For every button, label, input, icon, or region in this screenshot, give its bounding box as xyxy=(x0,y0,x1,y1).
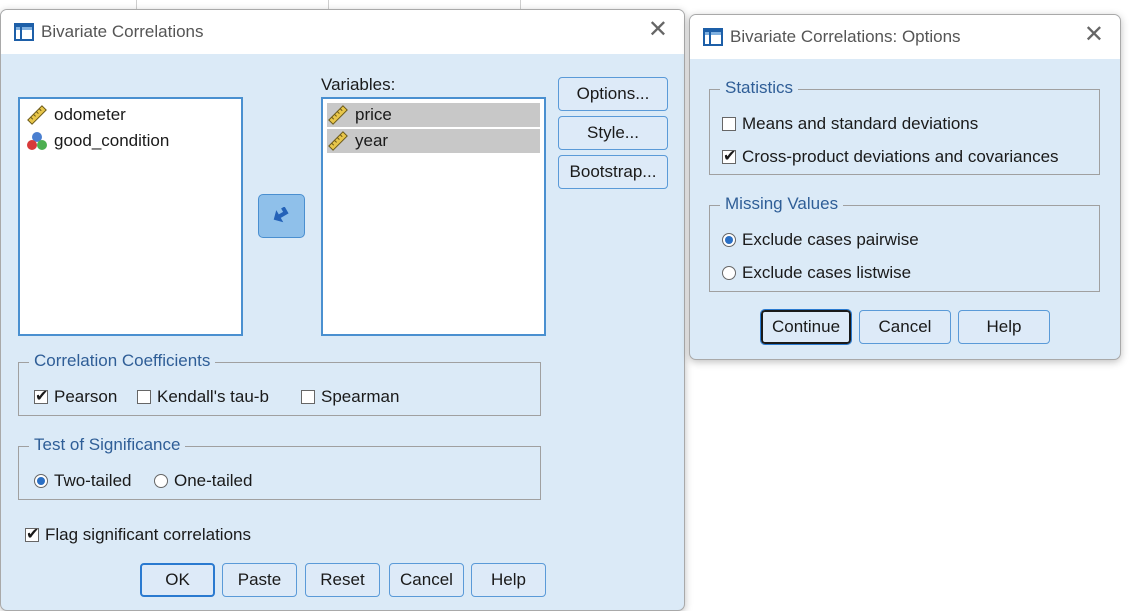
cancel-button[interactable]: Cancel xyxy=(859,310,951,344)
radio-selected-icon xyxy=(722,233,736,247)
variable-name: price xyxy=(355,105,392,124)
bivariate-options-dialog: Bivariate Correlations: Options ✕ Statis… xyxy=(689,14,1121,360)
title-bar[interactable]: Bivariate Correlations: Options ✕ xyxy=(690,15,1120,59)
spss-app-icon xyxy=(703,28,723,46)
test-of-significance-group: Test of Significance Two-tailed One-tail… xyxy=(18,435,541,500)
two-tailed-radio[interactable]: Two-tailed xyxy=(34,471,131,491)
help-button[interactable]: Help xyxy=(471,563,546,597)
group-legend: Statistics xyxy=(720,78,799,98)
list-item[interactable]: odometer xyxy=(26,103,126,127)
close-icon[interactable]: ✕ xyxy=(1084,23,1104,47)
checkbox-label: Kendall's tau-b xyxy=(157,387,269,406)
checkbox-label: Pearson xyxy=(54,387,118,406)
bivariate-correlations-dialog: Bivariate Correlations ✕ odometer good_c… xyxy=(0,9,685,611)
scale-ruler-icon xyxy=(328,105,348,125)
checkbox-checked-icon xyxy=(34,386,48,406)
exclude-pairwise-radio[interactable]: Exclude cases pairwise xyxy=(722,230,919,250)
radio-unselected-icon xyxy=(722,266,736,280)
continue-button[interactable]: Continue xyxy=(760,309,852,345)
cross-product-checkbox[interactable]: Cross-product deviations and covariances xyxy=(722,146,1059,167)
list-item[interactable]: price xyxy=(327,103,540,127)
variables-list[interactable]: price year xyxy=(321,97,546,336)
variable-name: good_condition xyxy=(54,131,170,150)
source-variable-list[interactable]: odometer good_condition xyxy=(18,97,243,336)
scale-ruler-icon xyxy=(328,131,348,151)
spss-app-icon xyxy=(14,23,34,41)
group-legend: Correlation Coefficients xyxy=(29,351,216,371)
missing-values-group: Missing Values Exclude cases pairwise Ex… xyxy=(709,194,1100,292)
move-variable-button[interactable] xyxy=(258,194,305,238)
means-checkbox[interactable]: Means and standard deviations xyxy=(722,114,978,134)
spearman-checkbox[interactable]: Spearman xyxy=(301,387,399,407)
radio-label: Exclude cases listwise xyxy=(742,263,912,282)
list-item[interactable]: year xyxy=(327,129,540,153)
radio-label: One-tailed xyxy=(174,471,253,490)
radio-label: Two-tailed xyxy=(54,471,132,490)
checkbox-unchecked-icon xyxy=(722,117,736,131)
bootstrap-button[interactable]: Bootstrap... xyxy=(558,155,668,189)
ok-button[interactable]: OK xyxy=(140,563,215,597)
cancel-button[interactable]: Cancel xyxy=(389,563,464,597)
statistics-group: Statistics Means and standard deviations… xyxy=(709,78,1100,175)
list-item[interactable]: good_condition xyxy=(26,129,169,153)
radio-unselected-icon xyxy=(154,474,168,488)
flag-significant-checkbox[interactable]: Flag significant correlations xyxy=(25,524,251,545)
group-legend: Test of Significance xyxy=(29,435,186,455)
one-tailed-radio[interactable]: One-tailed xyxy=(154,471,252,491)
checkbox-label: Spearman xyxy=(321,387,400,406)
style-button[interactable]: Style... xyxy=(558,116,668,150)
window-title: Bivariate Correlations xyxy=(41,22,204,41)
checkbox-checked-icon xyxy=(722,146,736,166)
variable-name: year xyxy=(355,131,389,150)
pearson-checkbox[interactable]: Pearson xyxy=(34,386,118,407)
variable-name: odometer xyxy=(54,105,126,124)
variables-label: Variables: xyxy=(321,75,396,94)
checkbox-label: Flag significant correlations xyxy=(45,525,251,544)
kendall-checkbox[interactable]: Kendall's tau-b xyxy=(137,387,269,407)
correlation-coefficients-group: Correlation Coefficients Pearson Kendall… xyxy=(18,351,541,416)
group-legend: Missing Values xyxy=(720,194,844,214)
checkbox-label: Means and standard deviations xyxy=(742,114,979,133)
window-title: Bivariate Correlations: Options xyxy=(730,27,961,46)
checkbox-label: Cross-product deviations and covariances xyxy=(742,147,1059,166)
title-bar[interactable]: Bivariate Correlations ✕ xyxy=(1,10,684,54)
nominal-balls-icon xyxy=(27,132,47,150)
close-icon[interactable]: ✕ xyxy=(648,18,668,42)
exclude-listwise-radio[interactable]: Exclude cases listwise xyxy=(722,263,911,283)
checkbox-checked-icon xyxy=(25,524,39,544)
paste-button[interactable]: Paste xyxy=(222,563,297,597)
radio-label: Exclude cases pairwise xyxy=(742,230,919,249)
radio-selected-icon xyxy=(34,474,48,488)
help-button[interactable]: Help xyxy=(958,310,1050,344)
options-button[interactable]: Options... xyxy=(558,77,668,111)
reset-button[interactable]: Reset xyxy=(305,563,380,597)
scale-ruler-icon xyxy=(27,105,47,125)
checkbox-unchecked-icon xyxy=(137,390,151,404)
arrow-left-icon xyxy=(273,207,289,223)
checkbox-unchecked-icon xyxy=(301,390,315,404)
